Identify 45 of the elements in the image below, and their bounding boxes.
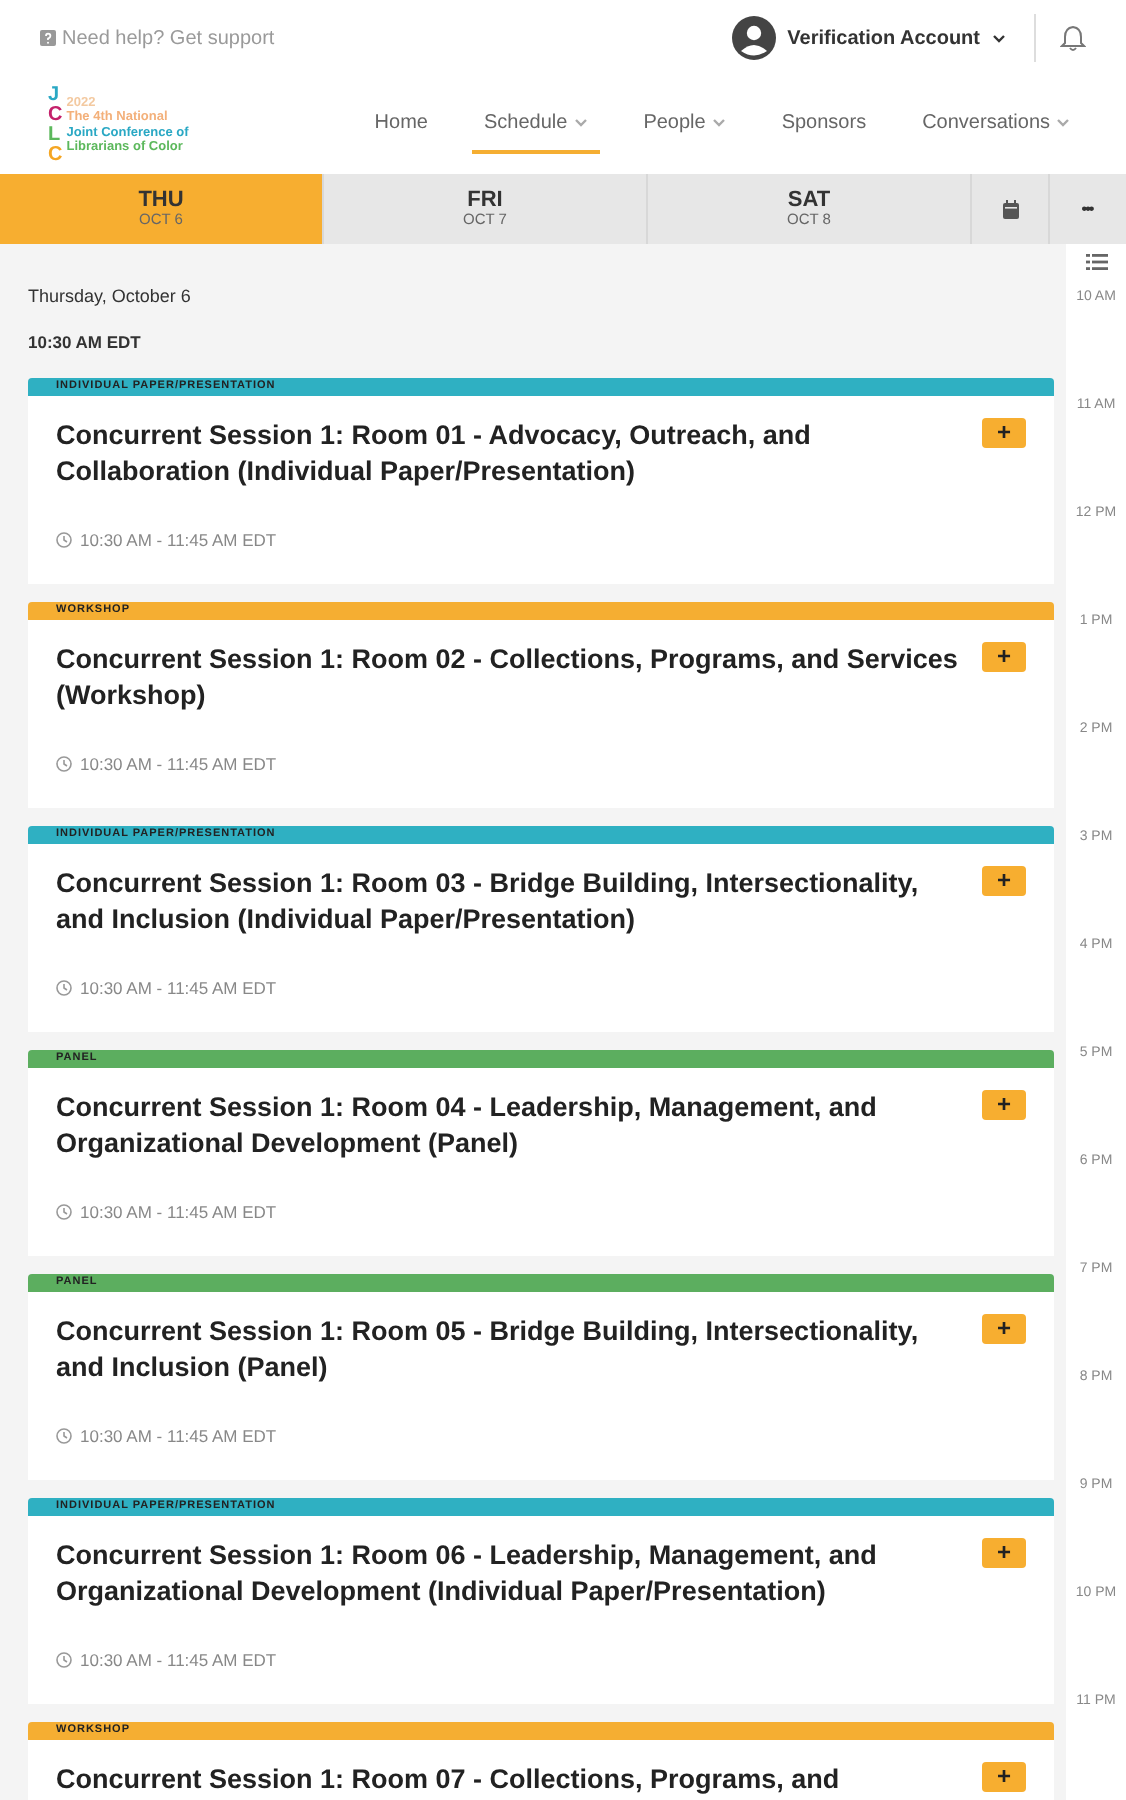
session-time: 10:30 AM - 11:45 AM EDT xyxy=(80,527,277,553)
session-time: 10:30 AM - 11:45 AM EDT xyxy=(80,751,277,777)
logo-letter: L xyxy=(48,125,63,145)
nav-link[interactable]: People xyxy=(631,96,738,154)
add-button[interactable]: + xyxy=(982,1762,1026,1793)
calendar-icon xyxy=(1001,199,1019,219)
session-time: 10:30 AM - 11:45 AM EDT xyxy=(80,1199,277,1225)
clock-icon xyxy=(56,1203,72,1220)
session-time: 10:30 AM - 11:45 AM EDT xyxy=(80,975,277,1001)
logo-letter: C xyxy=(48,145,63,165)
session-title: Concurrent Session 1: Room 02 - Collections, Programs, and Services (Workshop) xyxy=(56,642,958,715)
avatar-icon xyxy=(731,16,776,60)
logo-letter: C xyxy=(48,105,63,125)
caret-icon xyxy=(992,33,1006,43)
time-heading: 10:30 AM EDT xyxy=(28,329,143,355)
add-button[interactable]: + xyxy=(982,866,1026,897)
session-time: 10:30 AM - 11:45 AM EDT xyxy=(80,1647,277,1673)
account-menu[interactable]: Verification Account xyxy=(731,16,1006,60)
session-title: Concurrent Session 1: Room 01 - Advocacy, Outreach, and Collaboration (Individual Paper/Presentation) xyxy=(56,418,813,491)
nav-link[interactable]: Sponsors xyxy=(769,96,879,154)
add-button[interactable]: + xyxy=(982,642,1026,673)
session-time: 10:30 AM - 11:45 AM EDT xyxy=(80,1423,277,1449)
session-title: Concurrent Session 1: Room 03 - Bridge Building, Intersectionality, and Inclusion (Individual Paper/Presentation) xyxy=(56,866,921,939)
session-title: Concurrent Session 1: Room 04 - Leadership, Management, and Organizational Development (Panel) xyxy=(56,1090,879,1163)
session-title: Concurrent Session 1: Room 05 - Bridge Building, Intersectionality, and Inclusion (Panel) xyxy=(56,1314,921,1387)
nav-link[interactable]: Conversations xyxy=(910,96,1082,154)
list-view-button[interactable] xyxy=(1085,252,1107,272)
session-title: Concurrent Session 1: Room 06 - Leadership, Management, and Organizational Development (Individual Paper/Presentation) xyxy=(56,1538,879,1611)
clock-icon xyxy=(56,755,72,772)
clock-icon xyxy=(56,1651,72,1668)
add-button[interactable]: + xyxy=(982,1538,1026,1569)
bell-icon[interactable] xyxy=(1060,24,1086,52)
clock-icon xyxy=(56,979,72,996)
session-title: Concurrent Session 1: Room 07 - Collections, Programs, and xyxy=(56,1762,842,1799)
help-icon xyxy=(40,30,56,46)
date-heading: Thursday, October 6 xyxy=(28,284,193,310)
nav-link[interactable]: Home xyxy=(362,96,440,154)
logo-letter: J xyxy=(48,85,62,105)
add-button[interactable]: + xyxy=(982,418,1026,449)
list-icon xyxy=(1085,252,1107,272)
add-button[interactable]: + xyxy=(982,1314,1026,1345)
clock-icon xyxy=(56,531,72,548)
nav-link[interactable]: Schedule xyxy=(471,96,600,154)
clock-icon xyxy=(56,1427,72,1444)
add-button[interactable]: + xyxy=(982,1090,1026,1121)
